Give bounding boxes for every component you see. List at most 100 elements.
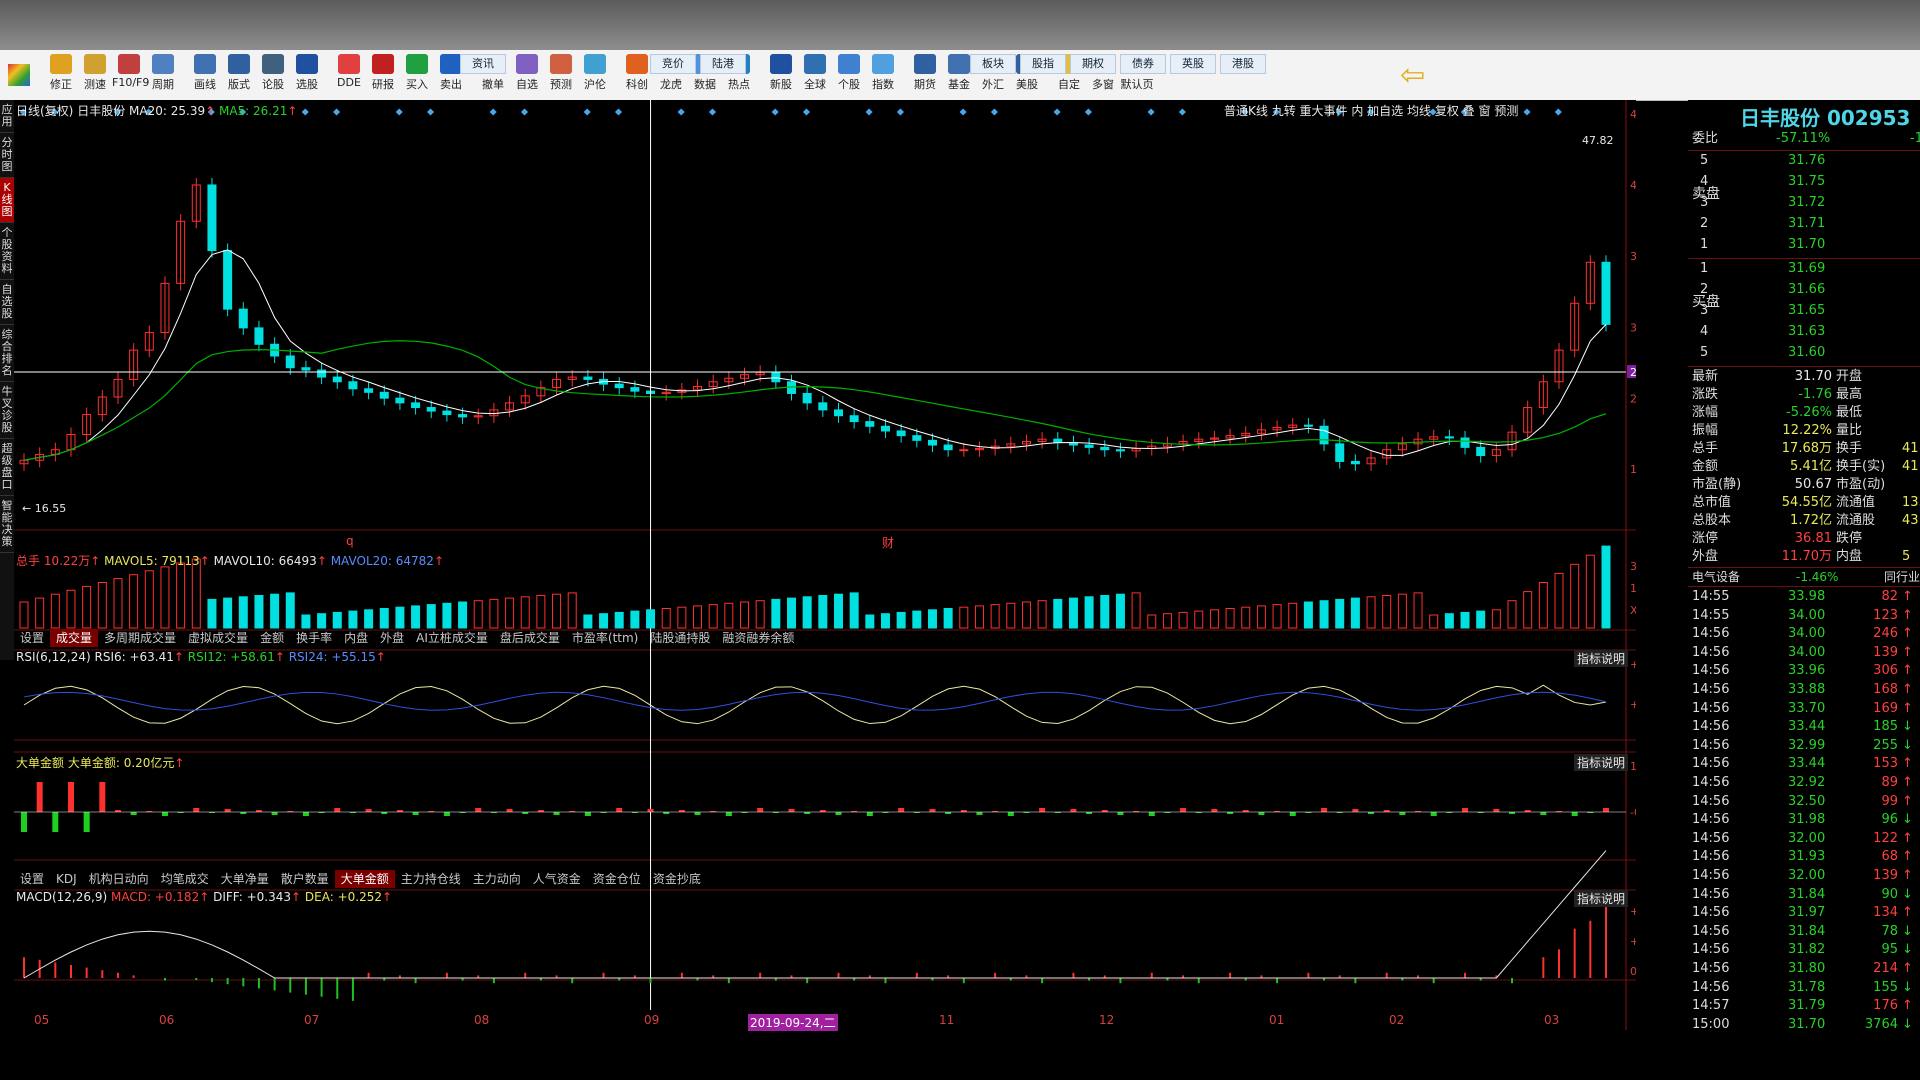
toolbar-button-24[interactable]: 期货 [908, 54, 942, 96]
indicator-tab-2[interactable]: 机构日动向 [83, 870, 155, 888]
toolbar-button-13[interactable]: 自选 [510, 54, 544, 96]
rsi-help-button[interactable]: 指标说明 [1574, 650, 1629, 667]
kline-option-7[interactable]: 叠 [1463, 104, 1479, 118]
industry-peer: 同行业 [1884, 570, 1920, 584]
volume-tab-4[interactable]: 金额 [254, 629, 290, 647]
volume-bar [1538, 582, 1548, 629]
volume-tab-2[interactable]: 多周期成交量 [98, 629, 182, 647]
left-tab-3[interactable]: 个股资料 [0, 223, 14, 280]
toolbar-tab-8[interactable]: 港股 [1220, 54, 1266, 74]
volume-tab-12[interactable]: 融资融券余额 [716, 629, 800, 647]
toolbar-tab-5[interactable]: 期权 [1070, 54, 1116, 74]
kline-option-9[interactable]: 预测 [1494, 104, 1518, 118]
toolbar-tab-1[interactable]: 竞价 [650, 54, 696, 74]
kline-option-0[interactable]: 普通K线 [1224, 104, 1272, 118]
event-marker-cai[interactable]: 财 [882, 534, 894, 551]
macd-help-button[interactable]: 指标说明 [1574, 890, 1629, 907]
indicator-tab-6[interactable]: 大单金额 [334, 870, 395, 888]
candle-body [364, 388, 374, 393]
toolbar-button-3[interactable]: 周期 [146, 54, 180, 96]
quote-separator [1688, 366, 1920, 367]
toolbar-button-5[interactable]: 版式 [222, 54, 256, 96]
bigorder-bar [130, 812, 137, 815]
volume-tab-8[interactable]: AI立桩成交量 [410, 629, 494, 647]
left-tab-7[interactable]: 超级盘口 [0, 439, 14, 496]
left-tab-4[interactable]: 自选股 [0, 280, 14, 325]
kline-option-8[interactable]: 窗 [1478, 104, 1494, 118]
back-arrow-icon[interactable]: ⇦ [1400, 58, 1425, 93]
toolbar-button-7[interactable]: 选股 [290, 54, 324, 96]
toolbar-button-14[interactable]: 预测 [544, 54, 578, 96]
indicator-tab-0[interactable]: 设置 [14, 870, 50, 888]
volume-bar [207, 598, 217, 629]
indicator-tab-5[interactable]: 散户数量 [275, 870, 335, 888]
volume-bar [1523, 591, 1533, 629]
bigorder-help-button[interactable]: 指标说明 [1574, 754, 1629, 771]
indicator-tab-7[interactable]: 主力持仓线 [395, 870, 467, 888]
kline-option-2[interactable]: 重大事件 [1300, 104, 1352, 118]
volume-tab-3[interactable]: 虚拟成交量 [182, 629, 254, 647]
indicator-tab-9[interactable]: 人气资金 [527, 870, 587, 888]
tick-direction-icon: ↓ [1902, 737, 1913, 753]
toolbar-tab-2[interactable]: 陆港 [700, 54, 746, 74]
volume-tab-5[interactable]: 换手率 [290, 629, 338, 647]
stat-value: 31.70 [1794, 369, 1832, 384]
toolbar-tab-6[interactable]: 债券 [1120, 54, 1166, 74]
left-tab-2[interactable]: K线图 [0, 178, 14, 223]
volume-tab-1[interactable]: 成交量 [50, 629, 99, 647]
indicator-tab-8[interactable]: 主力动向 [467, 870, 527, 888]
toolbar-tab-0[interactable]: 资讯 [460, 54, 506, 74]
kline-option-5[interactable]: 均线 [1407, 104, 1435, 118]
toolbar-button-21[interactable]: 全球 [798, 54, 832, 96]
toolbar-button-16[interactable]: 科创 [620, 54, 654, 96]
event-diamond [896, 108, 904, 116]
kline-option-1[interactable]: 九转 [1272, 104, 1300, 118]
left-tab-5[interactable]: 综合排名 [0, 325, 14, 382]
kline-option-6[interactable]: 复权 [1435, 104, 1463, 118]
volume-tab-7[interactable]: 外盘 [374, 629, 410, 647]
toolbar-button-10[interactable]: 买入 [400, 54, 434, 96]
tick-time: 14:56 [1692, 644, 1730, 660]
toolbar-button-15[interactable]: 沪伦 [578, 54, 612, 96]
toolbar-button-22[interactable]: 个股 [832, 54, 866, 96]
left-tab-6[interactable]: 牛叉诊股 [0, 382, 14, 439]
volume-tab-10[interactable]: 市盈率(ttm) [566, 629, 644, 647]
volume-tab-9[interactable]: 盘后成交量 [494, 629, 566, 647]
kline-option-4[interactable]: 加自选 [1367, 104, 1407, 118]
volume-bar [1053, 598, 1063, 629]
indicator-tab-1[interactable]: KDJ [50, 870, 83, 888]
toolbar-tab-7[interactable]: 英股 [1170, 54, 1216, 74]
toolbar-button-2[interactable]: F10/F9 [112, 54, 149, 96]
toolbar-button-23[interactable]: 指数 [866, 54, 900, 96]
kline-option-3[interactable]: 内 [1351, 104, 1367, 118]
kline-period[interactable]: 日线(复权) [16, 104, 73, 118]
rsi6-value: RSI6: +63.41 [94, 650, 174, 664]
toolbar-icon-2 [118, 54, 140, 74]
toolbar-tab-4[interactable]: 股指 [1020, 54, 1066, 74]
toolbar-button-9[interactable]: 研报 [366, 54, 400, 96]
candle-body [285, 355, 295, 369]
toolbar-button-6[interactable]: 论股 [256, 54, 290, 96]
event-marker-q[interactable]: q [346, 534, 354, 548]
quote-separator [1688, 258, 1920, 259]
volume-tab-6[interactable]: 内盘 [338, 629, 374, 647]
volume-tab-0[interactable]: 设置 [14, 629, 50, 647]
sell-level-4: 4 31.75 [1688, 173, 1920, 191]
indicator-tab-4[interactable]: 大单净量 [215, 870, 275, 888]
volume-tab-11[interactable]: 陆股通持股 [644, 629, 716, 647]
toolbar-button-0[interactable]: 修正 [44, 54, 78, 96]
toolbar-button-8[interactable]: DDE [332, 54, 366, 96]
tick-row: 14:56 31.93 68 ↑ [1688, 848, 1920, 866]
toolbar-button-20[interactable]: 新股 [764, 54, 798, 96]
tick-volume: 96 [1881, 812, 1898, 828]
indicator-tab-11[interactable]: 资金抄底 [647, 870, 707, 888]
toolbar-button-1[interactable]: 测速 [78, 54, 112, 96]
indicator-tab-10[interactable]: 资金仓位 [587, 870, 647, 888]
indicator-tab-3[interactable]: 均笔成交 [155, 870, 215, 888]
toolbar-tab-3[interactable]: 板块 [970, 54, 1016, 74]
left-tab-0[interactable]: 应用 [0, 100, 14, 133]
toolbar-button-4[interactable]: 画线 [188, 54, 222, 96]
left-tab-8[interactable]: 智能决策 [0, 496, 14, 553]
left-tab-1[interactable]: 分时图 [0, 133, 14, 178]
volume-bar [724, 602, 734, 629]
